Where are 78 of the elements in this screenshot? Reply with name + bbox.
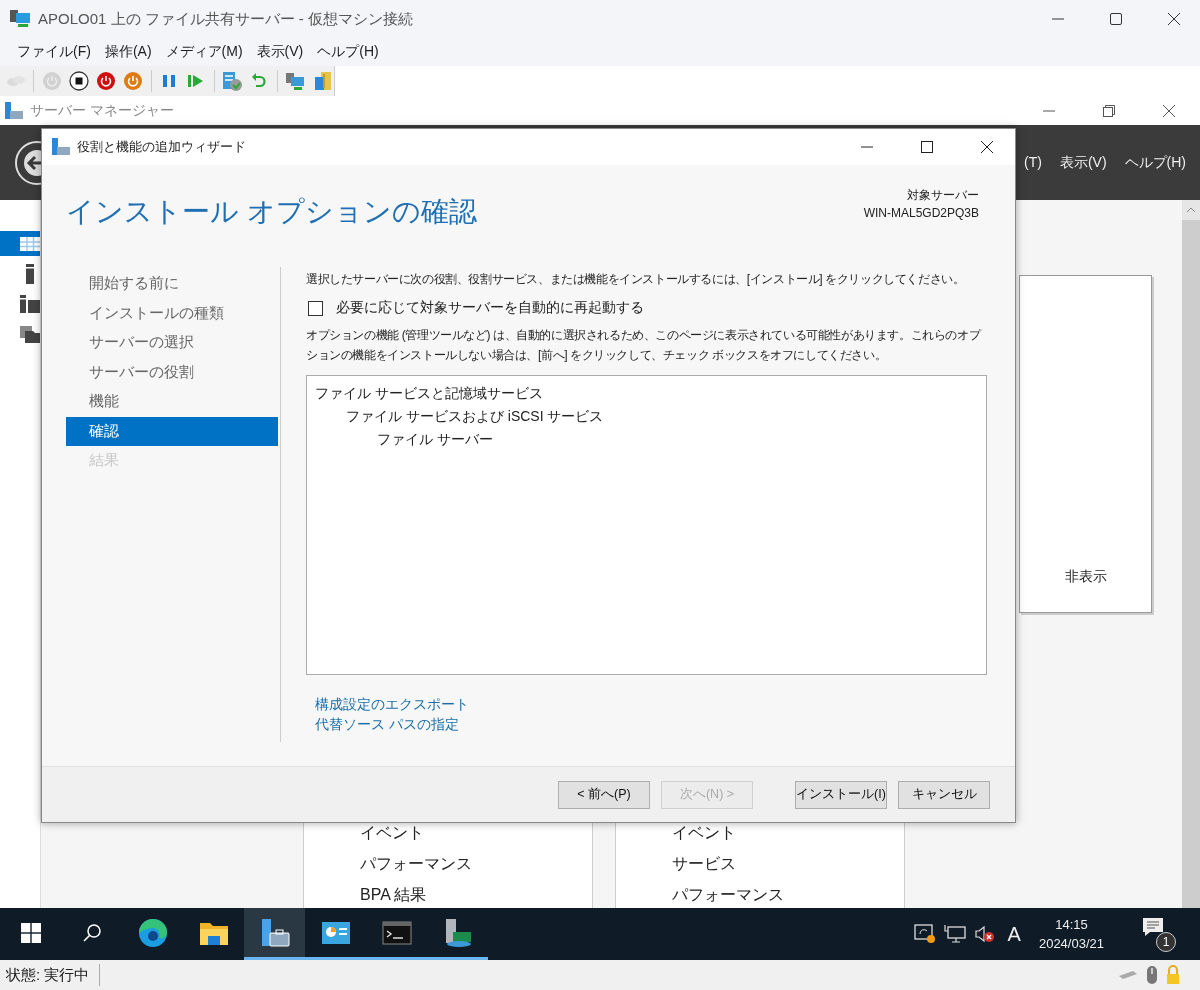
vm-icon [10,10,32,28]
lock-icon [1166,965,1180,985]
power-icon [122,71,143,91]
status-text: 状態: 実行中 [5,965,90,985]
power-icon [41,71,62,91]
server-manager-icon [259,917,290,948]
restore-icon[interactable] [1103,104,1115,117]
power-icon [95,71,116,91]
tile-link[interactable]: サービス [672,855,904,873]
window-title: APOLO01 上の ファイル共有サーバー - 仮想マシン接続 [38,9,414,29]
maximize-icon[interactable] [921,141,933,153]
input-indicator[interactable]: A [1007,922,1021,946]
wizard-step[interactable]: 開始する前に [66,269,278,299]
wizard-step[interactable]: 確認 [66,416,278,446]
search-icon [81,922,102,943]
nav-item[interactable] [0,231,40,256]
window-title: サーバー マネージャー [30,101,174,120]
feature-item: ファイル サービスと記憶域サービス [315,384,544,403]
menu-item[interactable]: ヘルプ(H) [312,41,384,63]
note-text: オプションの機能 (管理ツールなど) は、自動的に選択されるため、このページに表示されている可能性があります。これらのオプションの機能をインストールしない場合は、[前へ] をクリックして、チェック ボックスをオフにしてください。 [306,327,982,364]
toolbar-button[interactable] [67,69,91,93]
menu-item[interactable]: 表示(V) [251,41,309,63]
menu-item[interactable]: 表示(V) [1059,153,1107,172]
pause-icon [161,73,178,89]
feature-item: ファイル サーバー [377,430,494,449]
dialog-button[interactable]: キャンセル [898,780,990,809]
mouse-icon [1146,965,1158,985]
tile-link[interactable]: イベント [672,824,904,842]
taskbar-button[interactable] [244,908,305,960]
scroll-up-icon[interactable] [1186,206,1196,214]
close-icon[interactable] [1163,104,1175,117]
wizard-step[interactable]: サーバーの役割 [66,357,278,387]
terminal-icon [381,920,412,945]
wizard-step[interactable]: 機能 [66,387,278,417]
wizard-step[interactable]: インストールの種類 [66,298,278,328]
clock[interactable]: 14:15 2024/03/21 [1038,917,1104,951]
menu-item[interactable]: ファイル(F) [12,41,96,63]
link[interactable]: 代替ソース パスの指定 [315,714,459,734]
muted-speaker-icon[interactable] [973,924,996,944]
page-heading: インストール オプションの確認 [66,195,477,229]
menu-item[interactable]: 操作(A) [99,41,157,63]
checkbox-label: 必要に応じて対象サーバーを自動的に再起動する [336,299,644,317]
tile-link[interactable]: BPA 結果 [360,886,592,904]
clock-time: 14:15 [1055,917,1088,932]
network-icon[interactable] [943,924,966,944]
stop-icon [68,71,89,91]
menu-item[interactable]: メディア(M) [160,41,248,63]
notification-icon[interactable] [1142,916,1164,938]
tile-link[interactable]: パフォーマンス [360,855,592,873]
tile-link[interactable]: パフォーマンス [672,886,904,904]
wizard-step[interactable]: サーバーの選択 [66,328,278,358]
menu-item[interactable]: (T) [1024,153,1042,172]
undo-icon [250,72,269,90]
checkbox[interactable] [308,300,323,316]
browser-icon [137,917,168,948]
dialog-button[interactable]: インストール(I) [795,780,887,809]
menu-item[interactable]: ヘルプ(H) [1124,153,1186,172]
dialog-title: 役割と機能の追加ウィザード [77,138,246,156]
checkpoint-icon [221,70,244,92]
dialog-button[interactable]: < 前へ(P) [558,780,650,809]
control-panel-icon [320,919,351,946]
target-server: WIN-MAL5GD2PQ3B [863,206,979,220]
close-icon[interactable] [1168,13,1180,25]
link[interactable]: 構成設定のエクスポート [315,694,469,714]
wizard-icon [51,138,71,156]
tile-link[interactable]: イベント [360,824,592,842]
server-manager-icon [4,101,24,120]
target-label: 対象サーバー [907,187,979,204]
close-icon[interactable] [981,141,993,153]
maximize-icon[interactable] [1110,13,1122,25]
hide-link[interactable]: 非表示 [1064,568,1107,586]
notification-badge: 1 [1156,932,1176,952]
feature-item: ファイル サービスおよび iSCSI サービス [346,407,605,426]
windows-icon [20,922,41,943]
remote-icon[interactable] [913,924,936,944]
instruction-text: 選択したサーバーに次の役割、役割サービス、または機能をインストールするには、[インストール] をクリックしてください。 [306,271,966,288]
computer-icon [284,70,307,92]
clock-date: 2024/03/21 [1038,936,1104,951]
